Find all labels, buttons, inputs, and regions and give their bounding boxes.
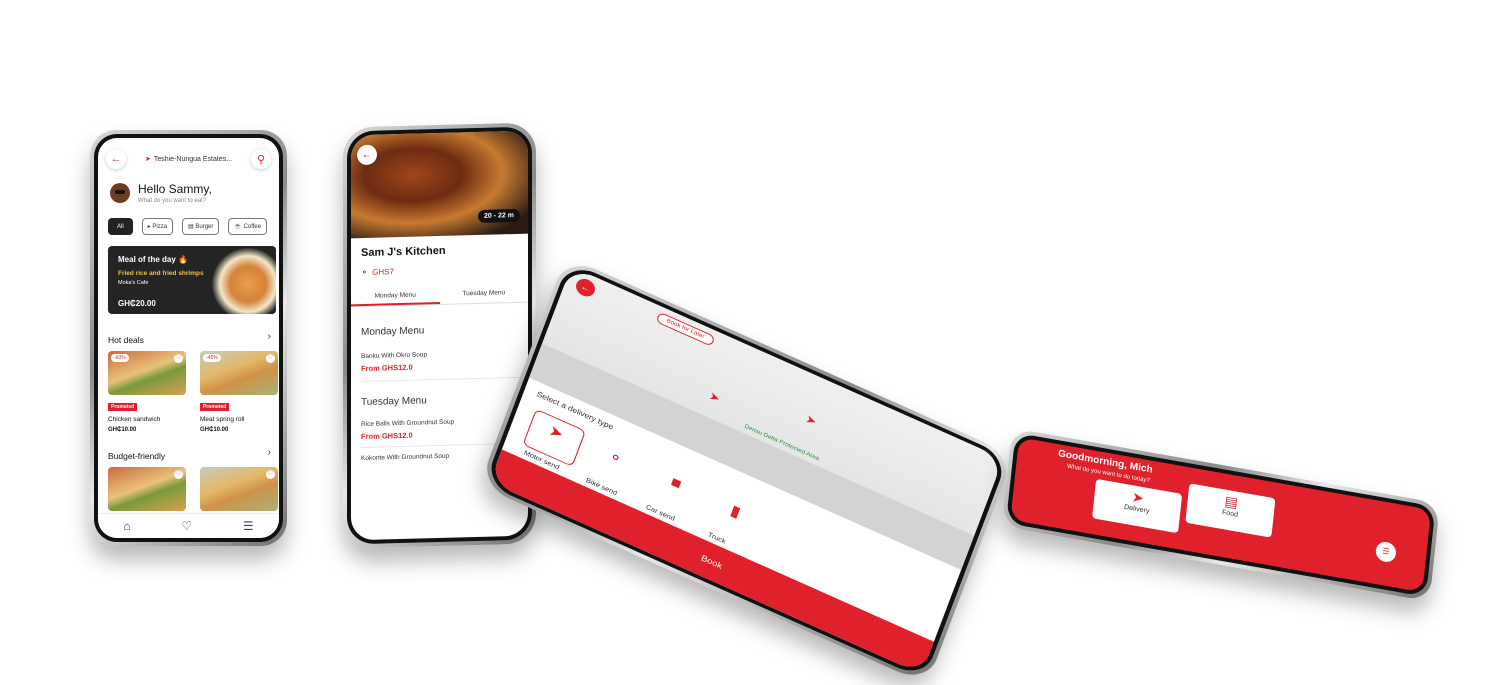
meal-price: GH₵20.00 xyxy=(118,299,156,308)
services-screen: Goodmorning, Mich What do you want to do… xyxy=(1010,437,1432,593)
discount-badge: -60% xyxy=(111,354,129,362)
deal-card[interactable]: -45% ♡ Promoted Meat spring roll GH₵10.0… xyxy=(200,351,278,433)
home-screen: ← ➤ Teshie-Nungua Estates... ⚲ Hello Samm… xyxy=(98,138,279,538)
greeting: Hello Sammy, What do you want to eat? xyxy=(110,182,212,204)
fee-value: GHS7 xyxy=(372,267,394,277)
back-button[interactable]: ← xyxy=(106,149,126,169)
back-arrow-icon: ← xyxy=(579,281,592,294)
phone-services: Goodmorning, Mich What do you want to do… xyxy=(1001,428,1440,602)
chip-label: Burger xyxy=(195,223,214,230)
truck-icon: ▮ xyxy=(728,502,743,522)
delivery-fee: ⚬ GHS7 xyxy=(361,267,394,277)
budget-card[interactable]: ♡ xyxy=(108,467,186,511)
promoted-badge: Promoted xyxy=(200,403,230,411)
food-image: -60% ♡ xyxy=(108,351,186,395)
burger-icon: ▤ xyxy=(188,224,196,230)
promoted-badge: Promoted xyxy=(108,403,138,411)
scooter-icon: ➤ xyxy=(803,411,819,429)
hot-deals-title: Hot deals xyxy=(108,335,144,345)
tab-tuesday-menu[interactable]: Tuesday Menu xyxy=(440,284,529,304)
deal-name: Meat spring roll xyxy=(200,416,245,423)
food-image: ♡ xyxy=(108,467,186,511)
budget-friendly-title: Budget-friendly xyxy=(108,451,166,461)
location-text: Teshie-Nungua Estates... xyxy=(153,156,233,163)
scooter-icon: ➤ xyxy=(707,388,722,406)
avatar[interactable] xyxy=(110,183,130,203)
deal-name: Chicken sandwich xyxy=(108,416,161,423)
chevron-right-icon[interactable]: › xyxy=(268,447,271,458)
service-delivery[interactable]: ➤ Delivery xyxy=(1092,478,1183,534)
food-image: ♡ xyxy=(200,467,278,511)
service-label: Food xyxy=(1221,509,1239,519)
bottom-nav: ⌂ ♡ ☰ xyxy=(98,513,279,538)
monday-menu-heading: Monday Menu xyxy=(361,325,425,339)
meal-image xyxy=(212,248,276,314)
meal-cafe: Moka's Cafe xyxy=(118,280,149,286)
back-arrow-icon: ← xyxy=(361,148,373,162)
budget-card[interactable]: ♡ xyxy=(200,467,278,511)
menu-item-price: From GHS12.0 xyxy=(361,362,413,374)
delivery-screen: Densu Delta Protected Area ➤ ➤ ← Book fo… xyxy=(489,266,1004,675)
location-selector[interactable]: ➤ Teshie-Nungua Estates... xyxy=(145,155,232,163)
menu-tabs: Monday Menu Tuesday Menu xyxy=(351,283,529,308)
search-icon: ⚲ xyxy=(256,153,266,166)
tab-monday-menu[interactable]: Monday Menu xyxy=(351,286,440,307)
service-food[interactable]: ▤ Food xyxy=(1185,483,1276,538)
meal-dish: Fried rice and fried shrimps xyxy=(118,270,204,277)
heart-icon[interactable]: ♡ xyxy=(174,470,183,479)
phone-delivery: Densu Delta Protected Area ➤ ➤ ← Book fo… xyxy=(478,256,1014,685)
phone-bezel: Goodmorning, Mich What do you want to do… xyxy=(1005,432,1436,597)
divider xyxy=(361,376,528,383)
phone-bezel: Densu Delta Protected Area ➤ ➤ ← Book fo… xyxy=(484,261,1009,680)
heart-icon[interactable]: ♡ xyxy=(266,354,275,363)
chip-label: Coffee xyxy=(243,223,262,230)
chip-burger[interactable]: ▤ Burger xyxy=(182,218,220,235)
location-pin-icon: ➤ xyxy=(144,156,151,163)
meal-of-the-day-banner[interactable]: Meal of the day 🔥 Fried rice and fried s… xyxy=(108,246,276,314)
greeting-title: Hello Sammy, xyxy=(138,182,212,196)
meal-title: Meal of the day 🔥 xyxy=(118,255,188,264)
chip-pizza[interactable]: ▸ Pizza xyxy=(141,218,174,235)
greeting-subtitle: What do you want to eat? xyxy=(138,198,207,204)
list-icon[interactable]: ☰ xyxy=(243,519,254,533)
deal-price: GH₵10.00 xyxy=(108,427,137,433)
scooter-icon: ➤ xyxy=(546,422,566,444)
phone-home: ← ➤ Teshie-Nungua Estates... ⚲ Hello Samm… xyxy=(90,130,287,546)
tuesday-menu-heading: Tuesday Menu xyxy=(361,395,427,409)
menu-item[interactable]: Rice Balls With Groundnut Soup From GHS1… xyxy=(361,417,518,441)
category-chips: All ▸ Pizza ▤ Burger ☕ Coffee xyxy=(108,218,268,235)
back-arrow-icon: ← xyxy=(110,153,122,165)
food-image: -45% ♡ xyxy=(200,351,278,395)
car-icon: ■ xyxy=(668,474,684,493)
delivery-time-badge: 20 - 22 m xyxy=(478,208,520,223)
menu-item-name: Banku With Okro Soup xyxy=(361,351,428,361)
menu-item-price: From GHS12.0 xyxy=(361,430,413,442)
home-top-bar: ← ➤ Teshie-Nungua Estates... ⚲ xyxy=(106,148,271,170)
bike-icon: ⚬ xyxy=(605,448,625,469)
restaurant-name: Sam J's Kitchen xyxy=(361,244,446,260)
deal-price: GH₵10.00 xyxy=(200,427,229,433)
heart-icon[interactable]: ♡ xyxy=(181,519,192,533)
deal-card[interactable]: -60% ♡ Promoted Chicken sandwich GH₵10.0… xyxy=(108,351,186,433)
coffee-icon: ☕ xyxy=(234,224,244,230)
bike-icon: ⚬ xyxy=(361,267,373,278)
chip-all[interactable]: All xyxy=(108,218,133,235)
menu-item-name: Rice Balls With Groundnut Soup xyxy=(361,418,455,429)
chevron-right-icon[interactable]: › xyxy=(268,331,271,342)
floating-action-button[interactable]: ☰ xyxy=(1374,540,1397,564)
chip-label: Pizza xyxy=(152,223,168,230)
home-icon[interactable]: ⌂ xyxy=(123,519,130,533)
discount-badge: -45% xyxy=(203,354,221,362)
heart-icon[interactable]: ♡ xyxy=(266,470,275,479)
search-button[interactable]: ⚲ xyxy=(251,149,271,169)
phone-bezel: ← ➤ Teshie-Nungua Estates... ⚲ Hello Samm… xyxy=(94,134,283,542)
chip-coffee[interactable]: ☕ Coffee xyxy=(228,218,268,235)
heart-icon[interactable]: ♡ xyxy=(174,354,183,363)
menu-item[interactable]: Banku With Okro Soup From GHS12.0 xyxy=(361,349,518,373)
